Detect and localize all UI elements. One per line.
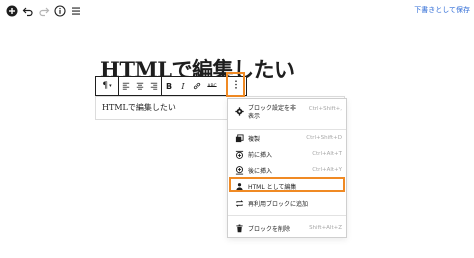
align-left-icon (122, 82, 130, 90)
italic-button[interactable]: I (176, 77, 190, 95)
chevron-down-icon: ▾ (109, 83, 112, 89)
save-draft-button[interactable]: 下書きとして保存 (414, 5, 470, 15)
menu-item-label: 前に挿入 (248, 151, 273, 159)
menu-divider (228, 129, 346, 130)
pilcrow-icon: ¶ (102, 81, 109, 91)
paragraph-text[interactable]: HTMLで編集したい (102, 102, 176, 113)
editor-page: 下書きとして保存 HTMLで編集したい HTMLで編集したい ¶ ▾ B I AB… (0, 0, 474, 258)
more-formatting-button[interactable]: ABC (204, 77, 220, 95)
align-center-button[interactable] (133, 77, 147, 95)
block-toolbar: ¶ ▾ B I ABC (95, 76, 247, 96)
insert-after-icon (234, 165, 244, 175)
menu-item-hide-block-settings[interactable]: ブロック設定を非表示 Ctrl+Shift+, (228, 103, 346, 127)
menu-item-label: 再利用ブロックに追加 (248, 200, 309, 208)
info-icon[interactable] (53, 4, 67, 18)
highlight-box (229, 177, 345, 192)
trash-icon (234, 223, 244, 233)
menu-item-label: 後に挿入 (248, 167, 273, 175)
menu-item-insert-before[interactable]: 前に挿入 Ctrl+Alt+T (228, 147, 346, 161)
menu-divider (228, 215, 346, 216)
align-left-button[interactable] (119, 77, 133, 95)
menu-item-label: ブロック設定を非表示 (248, 105, 297, 120)
paragraph-transform-button[interactable]: ¶ ▾ (96, 77, 118, 95)
menu-item-shortcut: Ctrl+Shift+, (308, 106, 342, 112)
list-view-icon[interactable] (69, 4, 83, 18)
bold-button[interactable]: B (162, 77, 176, 95)
link-icon (193, 82, 201, 90)
italic-icon: I (181, 81, 185, 91)
add-block-icon[interactable] (5, 4, 19, 18)
gear-icon (234, 106, 244, 116)
block-options-menu: ブロック設定を非表示 Ctrl+Shift+, 複製 Ctrl+Shift+D … (227, 98, 347, 238)
menu-item-remove-block[interactable]: ブロックを削除 Shift+Alt+Z (228, 221, 346, 235)
menu-item-label: 複製 (248, 135, 261, 143)
menu-item-label: ブロックを削除 (248, 225, 291, 233)
reusable-icon (234, 198, 244, 208)
vertical-ellipsis-icon (234, 80, 237, 89)
insert-before-icon (234, 149, 244, 159)
menu-item-shortcut: Ctrl+Shift+D (306, 135, 342, 141)
link-button[interactable] (190, 77, 204, 95)
undo-icon[interactable] (21, 4, 35, 18)
menu-item-shortcut: Ctrl+Alt+Y (312, 167, 342, 173)
align-center-icon (136, 82, 144, 90)
menu-item-insert-after[interactable]: 後に挿入 Ctrl+Alt+Y (228, 163, 346, 177)
menu-item-shortcut: Shift+Alt+Z (309, 225, 342, 231)
more-options-button[interactable] (226, 72, 245, 97)
redo-icon[interactable] (37, 4, 51, 18)
menu-item-add-to-reusable[interactable]: 再利用ブロックに追加 (228, 196, 346, 210)
top-toolbar: 下書きとして保存 (0, 0, 474, 22)
align-right-icon (150, 82, 158, 90)
menu-item-duplicate[interactable]: 複製 Ctrl+Shift+D (228, 131, 346, 145)
menu-item-shortcut: Ctrl+Alt+T (312, 151, 342, 157)
duplicate-icon (234, 133, 244, 143)
align-right-button[interactable] (147, 77, 161, 95)
